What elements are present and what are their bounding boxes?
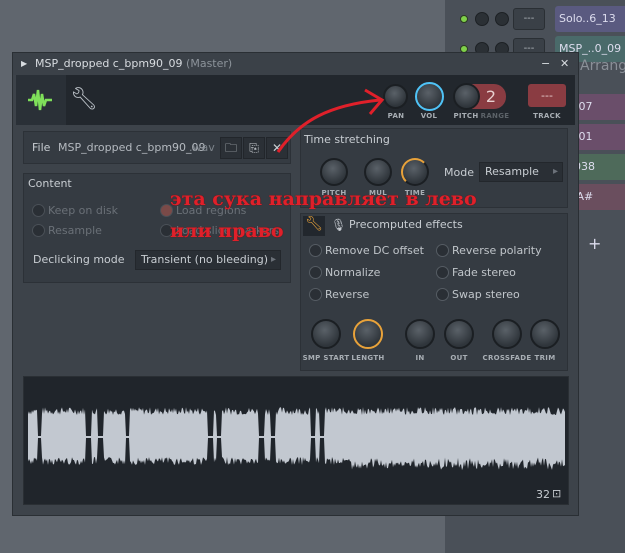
reverse-polarity-radio[interactable]: Reverse polarity — [436, 244, 542, 257]
declicking-label: Declicking mode — [33, 253, 125, 266]
track-display[interactable]: --- — [528, 84, 566, 107]
window-title: MSP_dropped c_bpm90_09 — [35, 57, 183, 70]
content-title: Content — [28, 177, 72, 190]
file-label: File — [32, 141, 51, 154]
annotation-arrow — [276, 88, 385, 153]
pan-knob[interactable] — [475, 12, 489, 26]
in-knob[interactable] — [405, 319, 435, 349]
waveform-display[interactable]: 32 ⊡ — [23, 376, 569, 505]
waveform-shape — [28, 407, 565, 471]
vol-knob[interactable] — [415, 82, 444, 111]
pitch-knob[interactable] — [453, 83, 480, 110]
track-label: TRACK — [533, 112, 561, 120]
ts-pitch-knob[interactable] — [320, 158, 348, 186]
tab-sampler[interactable] — [16, 75, 66, 125]
length-label: LENGTH — [351, 354, 385, 362]
waveform — [28, 407, 565, 471]
smp-start-knob[interactable] — [311, 319, 341, 349]
remove-dc-offset-radio[interactable]: Remove DC offset — [309, 244, 424, 257]
precomputed-effects-panel: 🔧︎ 🎙︎ Precomputed effects Remove DC offs… — [300, 213, 568, 371]
fade-stereo-radio[interactable]: Fade stereo — [436, 266, 516, 279]
annotation-line1: эта сука направляет в лево — [170, 188, 477, 210]
reverse-radio[interactable]: Reverse — [309, 288, 369, 301]
menu-arrow-icon[interactable]: ▶ — [21, 53, 27, 75]
mute-led[interactable] — [460, 15, 468, 23]
wrench-icon[interactable]: 🔧︎ — [303, 216, 325, 236]
trim-label: TRIM — [534, 354, 556, 362]
out-knob[interactable] — [444, 319, 474, 349]
waveform-icon — [28, 89, 52, 111]
file-panel: File MSP_dropped c_bpm90_09 .wav 🗀︎ ⎘ ✕ — [23, 131, 291, 164]
annotation-line2: или право — [170, 220, 284, 242]
title-bar[interactable]: ▶ MSP_dropped c_bpm90_09 (Master) − ✕ — [13, 53, 578, 75]
window-subtitle: (Master) — [186, 57, 233, 70]
vol-knob[interactable] — [495, 12, 509, 26]
crossfade-knob[interactable] — [492, 319, 522, 349]
wrench-icon[interactable]: 🔧︎ — [70, 87, 98, 112]
trim-knob[interactable] — [530, 319, 560, 349]
range-label: RANGE — [480, 112, 510, 120]
mode-select[interactable]: Resample — [479, 162, 563, 182]
close-button[interactable]: ✕ — [560, 53, 569, 75]
zoom-icon[interactable]: ⊡ — [552, 487, 561, 500]
precomputed-title: Precomputed effects — [349, 218, 463, 231]
browse-button[interactable]: ⎘ — [243, 137, 265, 159]
declicking-select[interactable]: Transient (no bleeding) — [135, 250, 281, 270]
length-knob[interactable] — [353, 319, 383, 349]
track-box[interactable]: --- — [513, 8, 545, 30]
swap-stereo-radio[interactable]: Swap stereo — [436, 288, 520, 301]
normalize-radio[interactable]: Normalize — [309, 266, 380, 279]
zoom-value: 32 — [536, 488, 550, 501]
keep-on-disk-radio[interactable]: Keep on disk — [32, 204, 118, 217]
open-folder-button[interactable]: 🗀︎ — [220, 137, 242, 159]
clip[interactable]: Solo..6_13 — [555, 6, 625, 32]
file-name: MSP_dropped c_bpm90_09 — [58, 141, 206, 154]
arrangement-label: Arrangen — [580, 58, 625, 74]
time-knob[interactable] — [401, 158, 429, 186]
mul-knob[interactable] — [364, 158, 392, 186]
add-track-button[interactable]: + — [588, 234, 601, 253]
minimize-button[interactable]: − — [541, 53, 550, 75]
mode-label: Mode — [444, 166, 474, 179]
microphone-icon[interactable]: 🎙︎ — [331, 218, 346, 232]
file-ext: .wav — [189, 141, 215, 154]
resample-radio[interactable]: Resample — [32, 224, 102, 237]
channel-row: --- Solo..6_13 — [445, 4, 625, 34]
